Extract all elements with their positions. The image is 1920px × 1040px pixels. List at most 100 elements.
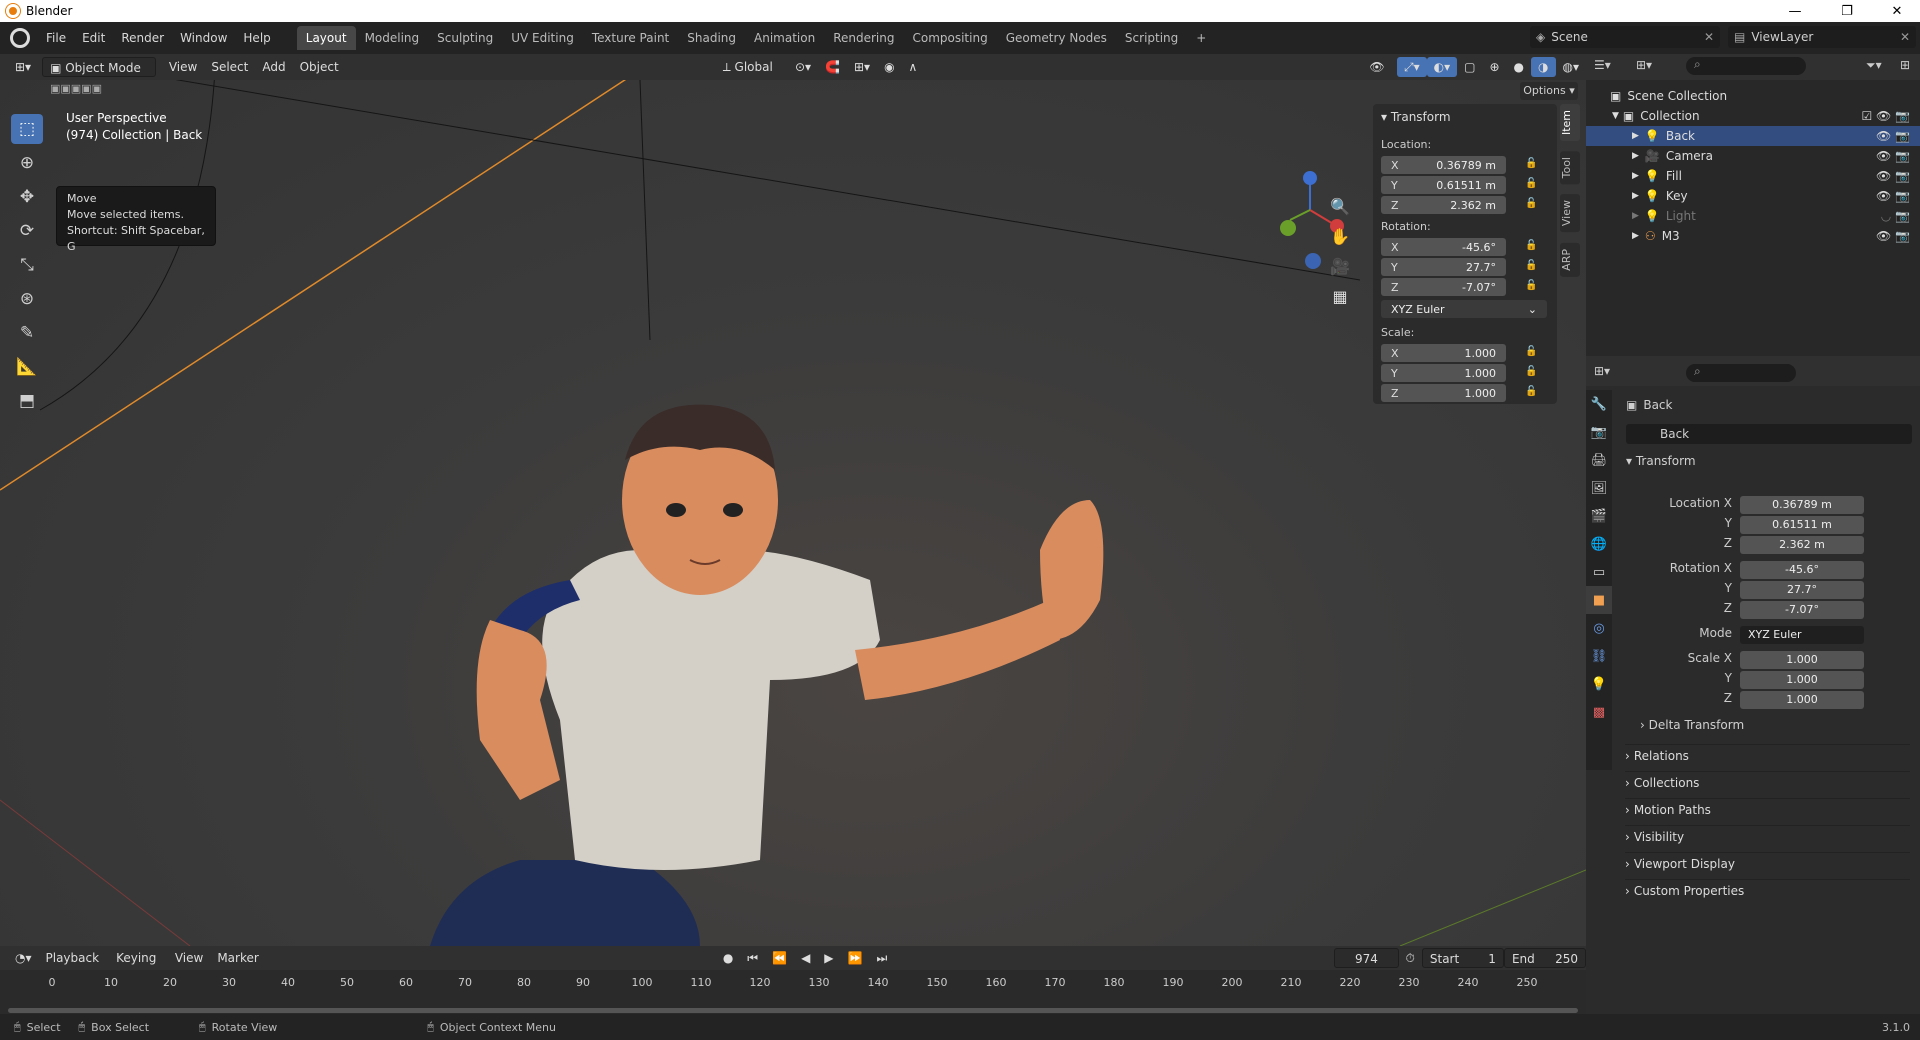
prop-rotation-y[interactable]: 27.7° <box>1740 581 1864 599</box>
tab-item[interactable]: Item <box>1560 104 1580 142</box>
scene-selector[interactable]: ◈ Scene ✕ <box>1530 26 1720 48</box>
rotation-mode-dropdown[interactable]: XYZ Euler ⌄ <box>1381 300 1547 318</box>
tab-tool[interactable]: Tool <box>1560 151 1580 185</box>
menu-file[interactable]: File <box>38 27 74 49</box>
tab-geometry-nodes[interactable]: Geometry Nodes <box>997 26 1116 50</box>
blender-menu-icon[interactable] <box>10 28 30 48</box>
solid-shading-icon[interactable]: ● <box>1507 57 1531 77</box>
location-z-field[interactable]: Z 2.362 m <box>1381 196 1506 214</box>
transform-tool[interactable]: ⊛ <box>11 284 43 314</box>
world-tab-icon[interactable]: 🌐 <box>1586 530 1612 558</box>
render-tab-icon[interactable]: 📷 <box>1586 418 1612 446</box>
gizmo-icon[interactable]: ⤢▾ <box>1397 57 1427 77</box>
relations-section[interactable]: › Relations <box>1625 744 1910 766</box>
transform-panel-header[interactable]: ▾ Transform <box>1381 110 1451 124</box>
jump-start-icon[interactable]: ⏮ <box>740 948 765 968</box>
rotation-z-field[interactable]: Z -7.07° <box>1381 278 1506 296</box>
tab-compositing[interactable]: Compositing <box>903 26 996 50</box>
falloff-icon[interactable]: ∧ <box>902 57 925 77</box>
outliner-item-back[interactable]: ▶ 💡 Back 👁 📷 <box>1586 126 1920 146</box>
menu-object[interactable]: Object <box>293 57 346 77</box>
menu-render[interactable]: Render <box>113 27 172 49</box>
start-frame-field[interactable]: Start 1 <box>1421 948 1504 968</box>
menu-window[interactable]: Window <box>172 27 235 49</box>
motion-paths-section[interactable]: › Motion Paths <box>1625 798 1910 820</box>
close-icon[interactable]: ✕ <box>1900 30 1910 44</box>
outliner-item-light[interactable]: ▶ 💡 Light ◡ 📷 <box>1586 206 1920 226</box>
new-collection-icon[interactable]: ⊞ <box>1900 58 1910 72</box>
orientation-dropdown[interactable]: ⟂ Global ▾ <box>716 57 788 94</box>
scale-y-field[interactable]: Y 1.000 <box>1381 364 1506 382</box>
menu-marker[interactable]: Marker <box>210 948 265 968</box>
tab-sculpting[interactable]: Sculpting <box>428 26 502 50</box>
data-tab-icon[interactable]: 💡 <box>1586 670 1612 698</box>
tab-modeling[interactable]: Modeling <box>356 26 429 50</box>
properties-search-input[interactable]: ⌕ <box>1686 364 1796 382</box>
transform-section-header[interactable]: ▾ Transform <box>1626 454 1696 468</box>
outliner-item-fill[interactable]: ▶ 💡 Fill 👁 📷 <box>1586 166 1920 186</box>
lock-icon[interactable]: 🔓 <box>1525 198 1539 210</box>
tab-rendering[interactable]: Rendering <box>824 26 903 50</box>
select-mode-buttons[interactable]: ▣▣▣▣▣ <box>50 82 140 98</box>
visibility-icons[interactable]: 👁 📷 <box>1876 229 1910 243</box>
pan-hand-icon[interactable]: ✋ <box>1325 222 1355 252</box>
tab-shading[interactable]: Shading <box>678 26 745 50</box>
tab-uv-editing[interactable]: UV Editing <box>502 26 583 50</box>
rotation-y-field[interactable]: Y 27.7° <box>1381 258 1506 276</box>
tab-view[interactable]: View <box>1560 194 1580 233</box>
prop-scale-y[interactable]: 1.000 <box>1740 671 1864 689</box>
filter-icon[interactable]: ⏷▾ <box>1866 58 1882 73</box>
menu-playback[interactable]: Playback ▾ <box>39 948 110 985</box>
tab-texture-paint[interactable]: Texture Paint <box>583 26 678 50</box>
minimize-button[interactable]: — <box>1772 0 1818 22</box>
outliner-item-camera[interactable]: ▶ 🎥 Camera 👁 📷 <box>1586 146 1920 166</box>
timeline-ruler[interactable]: 0 10 20 30 40 50 60 70 80 90 100 110 120 130 140 150 160… <box>0 970 1586 1014</box>
measure-tool[interactable]: 📐 <box>11 352 43 382</box>
menu-help[interactable]: Help <box>235 27 278 49</box>
location-y-field[interactable]: Y 0.61511 m <box>1381 176 1506 194</box>
view-icon[interactable]: ⊞▾ <box>1636 58 1652 72</box>
menu-timeline-view[interactable]: View <box>168 948 210 968</box>
tab-arp[interactable]: ARP <box>1560 242 1580 277</box>
lock-icon[interactable]: 🔓 <box>1525 280 1539 292</box>
outliner-item-m3[interactable]: ▶ ⚇ M3 👁 📷 <box>1586 226 1920 246</box>
menu-add[interactable]: Add <box>255 57 292 77</box>
menu-keying[interactable]: Keying ▾ <box>109 948 168 985</box>
prop-rotation-mode-dropdown[interactable]: XYZ Euler <box>1740 626 1864 644</box>
lock-icon[interactable]: 🔓 <box>1525 158 1539 170</box>
clock-icon[interactable]: ◔▾ <box>8 948 39 968</box>
output-tab-icon[interactable]: 🖨 <box>1586 446 1612 474</box>
tab-animation[interactable]: Animation <box>745 26 824 50</box>
menu-edit[interactable]: Edit <box>74 27 113 49</box>
object-tab-icon[interactable]: ■ <box>1586 586 1612 614</box>
lock-icon[interactable]: 🔓 <box>1525 240 1539 252</box>
prev-keyframe-icon[interactable]: ⏪ <box>765 948 794 968</box>
select-box-tool[interactable]: ⬚ <box>11 114 43 144</box>
outliner-search-input[interactable]: ⌕ <box>1686 57 1806 75</box>
constraint-tab-icon[interactable]: ⛓ <box>1586 642 1612 670</box>
prop-location-y[interactable]: 0.61511 m <box>1740 516 1864 534</box>
rotate-tool[interactable]: ⟳ <box>11 216 43 246</box>
pivot-icon[interactable]: ⊙▾ <box>788 57 818 77</box>
tab-scripting[interactable]: Scripting <box>1116 26 1187 50</box>
scale-tool[interactable]: ⤡ <box>11 250 43 280</box>
menu-select[interactable]: Select <box>204 57 255 77</box>
lock-icon[interactable]: 🔓 <box>1525 366 1539 378</box>
visibility-icons[interactable]: 👁 📷 <box>1876 169 1910 183</box>
rendered-shading-icon[interactable]: ◍▾ <box>1556 57 1587 77</box>
close-window-button[interactable]: ✕ <box>1874 0 1920 22</box>
mode-dropdown[interactable]: ▣ Object Mode ▾ <box>42 57 156 95</box>
play-reverse-icon[interactable]: ◀ <box>794 948 817 968</box>
add-cube-tool[interactable]: ⬒ <box>11 386 43 416</box>
add-workspace-button[interactable]: + <box>1187 26 1215 50</box>
rotation-x-field[interactable]: X -45.6° <box>1381 238 1506 256</box>
view-layer-tab-icon[interactable]: 🖼 <box>1586 474 1612 502</box>
texture-tab-icon[interactable]: ▩ <box>1586 698 1612 726</box>
snap-icon[interactable]: 🧲 <box>818 57 847 77</box>
custom-properties-section[interactable]: › Custom Properties <box>1625 879 1910 901</box>
location-x-field[interactable]: X 0.36789 m <box>1381 156 1506 174</box>
wireframe-shading-icon[interactable]: ⊕ <box>1482 57 1506 77</box>
collections-section[interactable]: › Collections <box>1625 771 1910 793</box>
prop-location-z[interactable]: 2.362 m <box>1740 536 1864 554</box>
prop-scale-x[interactable]: 1.000 <box>1740 651 1864 669</box>
